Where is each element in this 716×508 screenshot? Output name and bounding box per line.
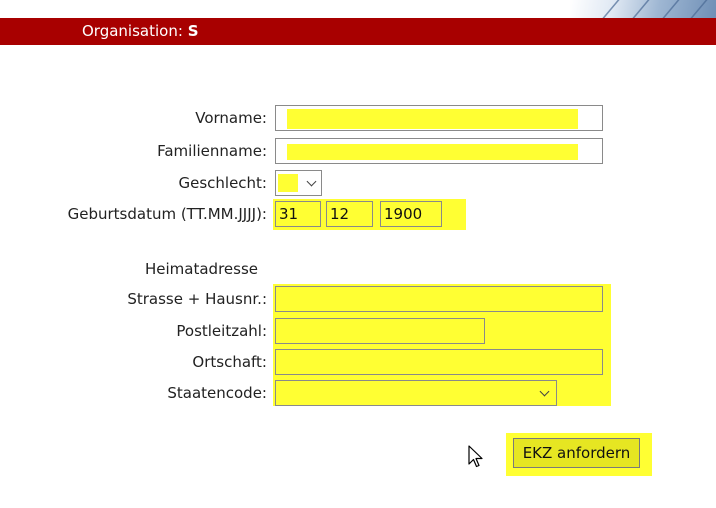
mouse-cursor-icon <box>468 445 483 468</box>
familienname-input[interactable] <box>275 138 603 164</box>
plz-label: Postleitzahl: <box>176 322 267 340</box>
organisation-label: Organisation: <box>82 22 183 40</box>
geschlecht-label: Geschlecht: <box>178 174 267 192</box>
chevron-down-icon <box>539 386 550 397</box>
vorname-highlight <box>287 109 578 129</box>
vorname-label: Vorname: <box>195 109 267 127</box>
header-decoration <box>570 0 716 18</box>
geburtsdatum-label: Geburtsdatum (TT.MM.JJJJ): <box>67 205 267 223</box>
strasse-label: Strasse + Hausnr.: <box>127 290 267 308</box>
ortschaft-label: Ortschaft: <box>192 353 267 371</box>
geschlecht-highlight <box>278 174 298 192</box>
staatencode-select[interactable] <box>275 380 557 406</box>
organisation-info: Organisation: S <box>82 18 199 45</box>
ekz-anfordern-button[interactable]: EKZ anfordern <box>513 438 640 468</box>
organisation-value: S <box>187 22 199 40</box>
geschlecht-select[interactable] <box>275 170 322 196</box>
ortschaft-input[interactable] <box>275 349 603 375</box>
plz-input[interactable] <box>275 318 485 344</box>
birth-day-input[interactable]: 31 <box>275 201 321 227</box>
vorname-input[interactable] <box>275 105 603 131</box>
familienname-label: Familienname: <box>157 142 267 160</box>
familienname-highlight <box>287 144 578 160</box>
strasse-input[interactable] <box>275 286 603 312</box>
staatencode-label: Staatencode: <box>167 384 267 402</box>
heimatadresse-heading: Heimatadresse <box>145 260 258 278</box>
birth-year-input[interactable]: 1900 <box>380 201 442 227</box>
birth-month-input[interactable]: 12 <box>326 201 373 227</box>
chevron-down-icon <box>306 176 317 187</box>
